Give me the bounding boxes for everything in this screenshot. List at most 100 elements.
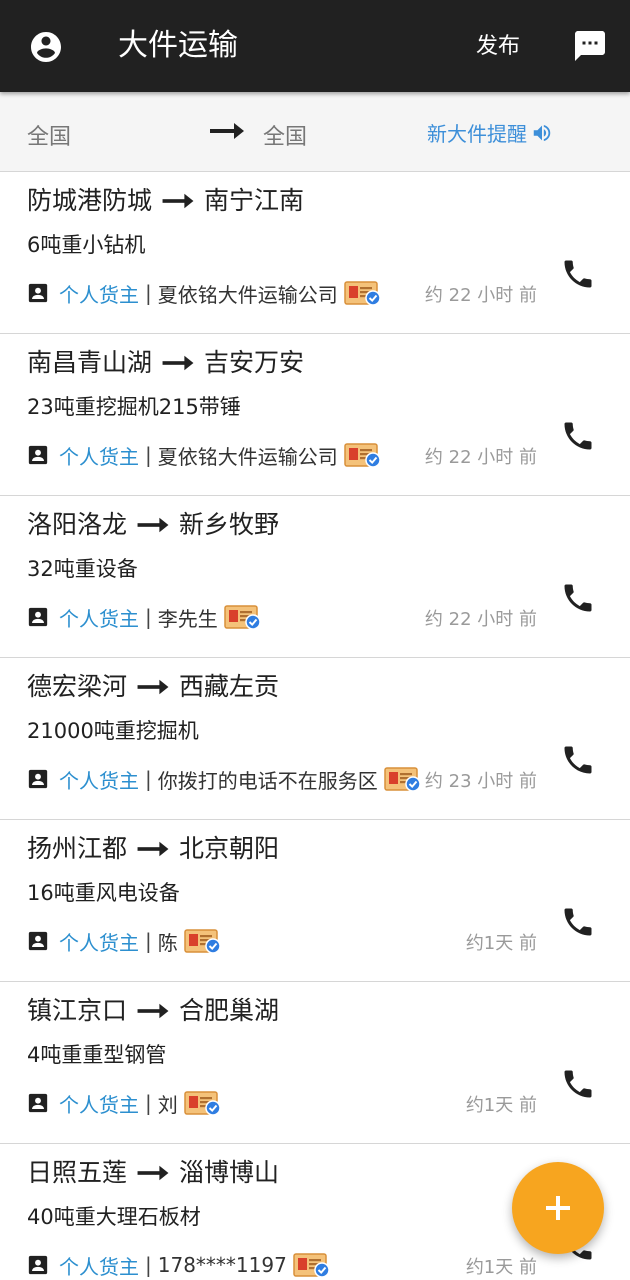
contact-card-icon [28, 607, 48, 627]
cargo-list-item[interactable]: 德宏梁河 西藏左贡 21000吨重挖掘机 个人货主 | 你拨打的电话不在服务区 [0, 658, 630, 820]
shipper-name: 夏依铭大件运输公司 [157, 444, 338, 469]
page-title: 大件运输 [118, 28, 238, 63]
phone-icon[interactable] [560, 256, 596, 292]
shipper-name: 178****1197 [157, 1253, 287, 1277]
posted-time: 约 22 小时 前 [424, 285, 537, 306]
route-destination: 合肥巢湖 [179, 996, 280, 1025]
phone-icon[interactable] [560, 1066, 596, 1102]
contact-card-icon [28, 769, 48, 789]
arrow-right-icon [162, 193, 194, 209]
contact-card-icon [28, 931, 48, 951]
shipper-name: 李先生 [157, 606, 218, 631]
posted-time: 约 22 小时 前 [424, 447, 537, 468]
contact-card-icon [28, 1255, 48, 1275]
cargo-list-item[interactable]: 镇江京口 合肥巢湖 4吨重重型钢管 个人货主 | 刘 约1天 前 [0, 982, 630, 1144]
verified-license-icon [344, 443, 381, 468]
new-cargo-alert-label: 新大件提醒 [427, 122, 527, 146]
route-destination: 南宁江南 [204, 186, 305, 215]
posted-time: 约 22 小时 前 [424, 609, 537, 630]
verified-license-icon [344, 281, 381, 306]
route-destination: 吉安万安 [204, 348, 305, 377]
cargo-description: 4吨重重型钢管 [27, 1043, 167, 1067]
separator: | [145, 1253, 152, 1277]
verified-license-icon [184, 1091, 221, 1116]
cargo-list: 防城港防城 南宁江南 6吨重小钻机 个人货主 | 夏依铭大件运输公司 约 22 … [0, 172, 630, 1280]
route: 扬州江都 北京朝阳 [27, 832, 279, 866]
publish-button[interactable]: 发布 [476, 32, 520, 62]
route-origin: 防城港防城 [27, 186, 153, 215]
shipper-name: 夏依铭大件运输公司 [157, 282, 338, 307]
cargo-list-item[interactable]: 防城港防城 南宁江南 6吨重小钻机 个人货主 | 夏依铭大件运输公司 约 22 … [0, 172, 630, 334]
owner-type-link[interactable]: 个人货主 [59, 1251, 139, 1280]
plus-icon [546, 1196, 570, 1220]
verified-license-icon [224, 605, 261, 630]
owner-type-link[interactable]: 个人货主 [59, 765, 139, 794]
cargo-description: 21000吨重挖掘机 [27, 719, 199, 743]
route-origin: 洛阳洛龙 [27, 510, 128, 539]
separator: | [145, 281, 152, 305]
route-origin: 日照五莲 [27, 1158, 128, 1187]
shipper-info: 个人货主 | 陈 [27, 926, 222, 956]
owner-type-link[interactable]: 个人货主 [59, 927, 139, 956]
contact-card-icon [28, 445, 48, 465]
route-destination: 淄博博山 [179, 1158, 280, 1187]
owner-type-link[interactable]: 个人货主 [59, 441, 139, 470]
arrow-right-icon [137, 679, 169, 695]
shipper-info: 个人货主 | 刘 [27, 1088, 222, 1118]
owner-type-link[interactable]: 个人货主 [59, 1089, 139, 1118]
chat-icon[interactable] [572, 28, 608, 64]
separator: | [145, 605, 152, 629]
volume-icon [533, 124, 551, 141]
verified-license-icon [293, 1253, 330, 1278]
add-cargo-button[interactable] [512, 1162, 604, 1254]
posted-time: 约 23 小时 前 [424, 771, 537, 792]
shipper-name: 你拨打的电话不在服务区 [157, 768, 378, 793]
new-cargo-alert-button[interactable]: 新大件提醒 [427, 118, 553, 147]
route-destination: 西藏左贡 [179, 672, 280, 701]
verified-license-icon [184, 929, 221, 954]
arrow-right-icon [162, 355, 194, 371]
arrow-right-icon [137, 841, 169, 857]
route-origin: 镇江京口 [27, 996, 128, 1025]
cargo-description: 16吨重风电设备 [27, 881, 180, 905]
posted-time: 约1天 前 [465, 1095, 537, 1116]
account-circle-icon[interactable] [28, 29, 64, 65]
cargo-description: 23吨重挖掘机215带锤 [27, 395, 241, 419]
route: 南昌青山湖 吉安万安 [27, 346, 304, 380]
shipper-info: 个人货主 | 你拨打的电话不在服务区 [27, 764, 422, 794]
shipper-name: 刘 [157, 1092, 178, 1117]
arrow-right-icon [137, 1165, 169, 1181]
route-origin: 南昌青山湖 [27, 348, 153, 377]
cargo-description: 32吨重设备 [27, 557, 138, 581]
shipper-info: 个人货主 | 李先生 [27, 602, 262, 632]
phone-icon[interactable] [560, 742, 596, 778]
owner-type-link[interactable]: 个人货主 [59, 279, 139, 308]
phone-icon[interactable] [560, 418, 596, 454]
destination-selector[interactable]: 全国 [263, 119, 307, 151]
cargo-description: 40吨重大理石板材 [27, 1205, 201, 1229]
arrow-right-icon [137, 1003, 169, 1019]
route: 日照五莲 淄博博山 [27, 1156, 279, 1190]
route-destination: 新乡牧野 [179, 510, 280, 539]
owner-type-link[interactable]: 个人货主 [59, 603, 139, 632]
phone-icon[interactable] [560, 904, 596, 940]
route: 镇江京口 合肥巢湖 [27, 994, 279, 1028]
verified-license-icon [384, 767, 421, 792]
route-origin: 扬州江都 [27, 834, 128, 863]
separator: | [145, 767, 152, 791]
contact-card-icon [28, 283, 48, 303]
app-bar: 大件运输 发布 [0, 0, 630, 92]
cargo-list-item[interactable]: 南昌青山湖 吉安万安 23吨重挖掘机215带锤 个人货主 | 夏依铭大件运输公司 [0, 334, 630, 496]
origin-selector[interactable]: 全国 [27, 119, 71, 151]
route-destination: 北京朝阳 [179, 834, 280, 863]
separator: | [145, 1091, 152, 1115]
phone-icon[interactable] [560, 580, 596, 616]
contact-card-icon [28, 1093, 48, 1113]
cargo-list-item[interactable]: 洛阳洛龙 新乡牧野 32吨重设备 个人货主 | 李先生 约 22 小时 前 [0, 496, 630, 658]
shipper-info: 个人货主 | 178****1197 [27, 1250, 331, 1280]
separator: | [145, 929, 152, 953]
shipper-info: 个人货主 | 夏依铭大件运输公司 [27, 278, 382, 308]
route: 防城港防城 南宁江南 [27, 184, 304, 218]
shipper-name: 陈 [157, 930, 178, 955]
cargo-list-item[interactable]: 扬州江都 北京朝阳 16吨重风电设备 个人货主 | 陈 约1天 前 [0, 820, 630, 982]
